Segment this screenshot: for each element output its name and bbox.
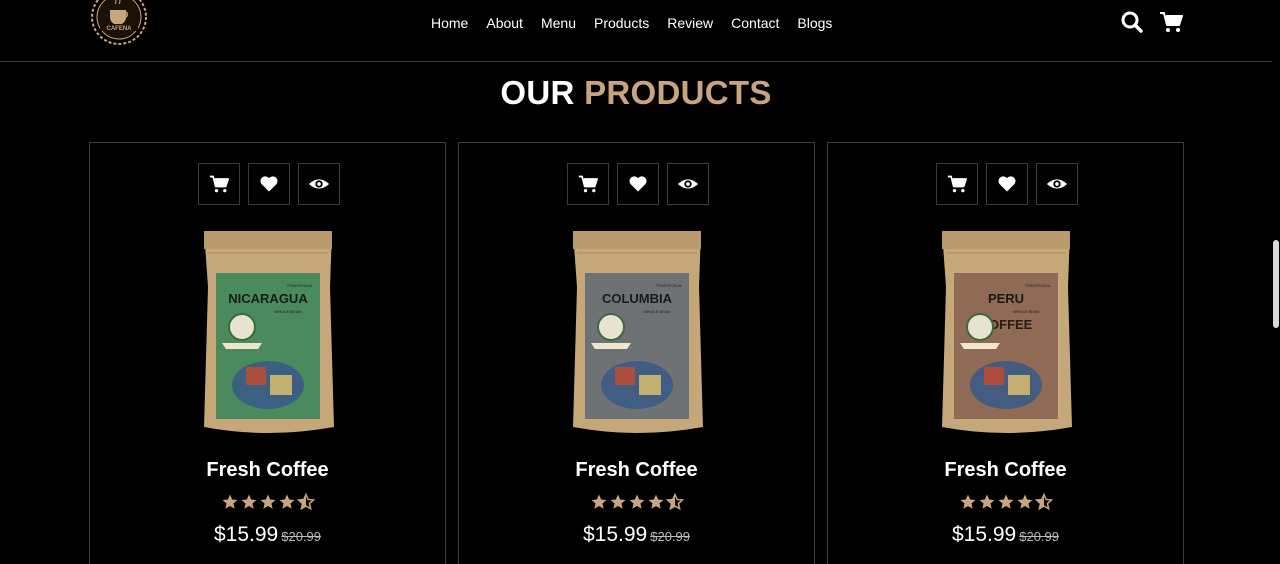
bag-sub: WHOLE BEAN xyxy=(644,309,671,314)
bag-label: NICARAGUA xyxy=(228,291,308,306)
product-old-price: $20.99 xyxy=(1019,529,1059,544)
star-full-icon xyxy=(222,494,237,509)
rating-stars xyxy=(828,493,1183,511)
star-full-icon xyxy=(591,494,606,509)
title-word-2: PRODUCTS xyxy=(584,74,772,111)
product-price: $15.99 xyxy=(583,523,648,546)
cart-icon xyxy=(947,174,967,194)
star-full-icon xyxy=(648,494,663,509)
bag-tag: TRADITIONAL xyxy=(1025,283,1052,288)
cafena-logo[interactable]: CAFENA xyxy=(88,0,150,48)
heart-icon xyxy=(628,174,648,194)
rating-stars xyxy=(459,493,814,511)
product-card: TRADITIONAL NICARAGUA WHOLE BEAN Fresh C… xyxy=(89,142,446,564)
price-row: $15.99 $20.99 xyxy=(459,523,814,547)
card-actions xyxy=(198,163,340,205)
star-full-icon xyxy=(279,494,294,509)
heart-icon xyxy=(259,174,279,194)
nav-products[interactable]: Products xyxy=(594,14,649,32)
main-nav: Home About Menu Products Review Contact … xyxy=(431,14,850,32)
price-row: $15.99 $20.99 xyxy=(90,523,445,547)
price-row: $15.99 $20.99 xyxy=(828,523,1183,547)
star-full-icon xyxy=(1017,494,1032,509)
star-half-icon xyxy=(296,493,315,511)
quick-view-button[interactable] xyxy=(667,163,709,205)
product-old-price: $20.99 xyxy=(650,529,690,544)
nav-menu[interactable]: Menu xyxy=(541,14,576,32)
star-full-icon xyxy=(241,494,256,509)
header-icons xyxy=(1120,10,1183,34)
star-full-icon xyxy=(610,494,625,509)
cart-icon[interactable] xyxy=(1159,10,1183,34)
star-full-icon xyxy=(979,494,994,509)
cart-icon xyxy=(209,174,229,194)
card-actions xyxy=(567,163,709,205)
logo-text: CAFENA xyxy=(107,26,133,32)
eye-icon xyxy=(308,173,330,195)
coffee-bag-image: TRADITIONAL NICARAGUA WHOLE BEAN xyxy=(200,227,336,437)
bag-tag: TRADITIONAL xyxy=(656,283,683,288)
bag-label: PERU xyxy=(988,291,1024,306)
bag-sub: WHOLE BEAN xyxy=(1013,309,1040,314)
add-to-cart-button[interactable] xyxy=(936,163,978,205)
coffee-bag-image: TRADITIONAL PERU WHOLE BEAN COFFEE xyxy=(938,227,1074,437)
wishlist-button[interactable] xyxy=(248,163,290,205)
coffee-bag-image: TRADITIONAL COLUMBIA WHOLE BEAN xyxy=(569,227,705,437)
add-to-cart-button[interactable] xyxy=(567,163,609,205)
star-full-icon xyxy=(629,494,644,509)
card-actions xyxy=(936,163,1078,205)
eye-icon xyxy=(1046,173,1068,195)
nav-review[interactable]: Review xyxy=(667,14,713,32)
rating-stars xyxy=(90,493,445,511)
star-full-icon xyxy=(260,494,275,509)
product-card: TRADITIONAL COLUMBIA WHOLE BEAN Fresh Co… xyxy=(458,142,815,564)
product-card: TRADITIONAL PERU WHOLE BEAN COFFEE Fresh… xyxy=(827,142,1184,564)
bag-tag: TRADITIONAL xyxy=(287,283,314,288)
product-name[interactable]: Fresh Coffee xyxy=(90,459,445,482)
add-to-cart-button[interactable] xyxy=(198,163,240,205)
product-old-price: $20.99 xyxy=(281,529,321,544)
quick-view-button[interactable] xyxy=(1036,163,1078,205)
title-word-1: OUR xyxy=(500,74,575,111)
nav-home[interactable]: Home xyxy=(431,14,468,32)
bag-label: COLUMBIA xyxy=(602,291,673,306)
star-full-icon xyxy=(960,494,975,509)
wishlist-button[interactable] xyxy=(617,163,659,205)
product-name[interactable]: Fresh Coffee xyxy=(828,459,1183,482)
site-header: CAFENA Home About Menu Products Review C… xyxy=(0,0,1272,62)
star-half-icon xyxy=(665,493,684,511)
search-icon[interactable] xyxy=(1120,10,1144,34)
star-full-icon xyxy=(998,494,1013,509)
heart-icon xyxy=(997,174,1017,194)
cart-icon xyxy=(578,174,598,194)
nav-blogs[interactable]: Blogs xyxy=(797,14,832,32)
eye-icon xyxy=(677,173,699,195)
section-title: OUR PRODUCTS xyxy=(0,74,1272,112)
wishlist-button[interactable] xyxy=(986,163,1028,205)
nav-about[interactable]: About xyxy=(486,14,523,32)
nav-contact[interactable]: Contact xyxy=(731,14,779,32)
product-price: $15.99 xyxy=(952,523,1017,546)
quick-view-button[interactable] xyxy=(298,163,340,205)
bag-sub: WHOLE BEAN xyxy=(275,309,302,314)
star-half-icon xyxy=(1034,493,1053,511)
product-price: $15.99 xyxy=(214,523,279,546)
scrollbar-thumb[interactable] xyxy=(1273,240,1279,328)
product-name[interactable]: Fresh Coffee xyxy=(459,459,814,482)
